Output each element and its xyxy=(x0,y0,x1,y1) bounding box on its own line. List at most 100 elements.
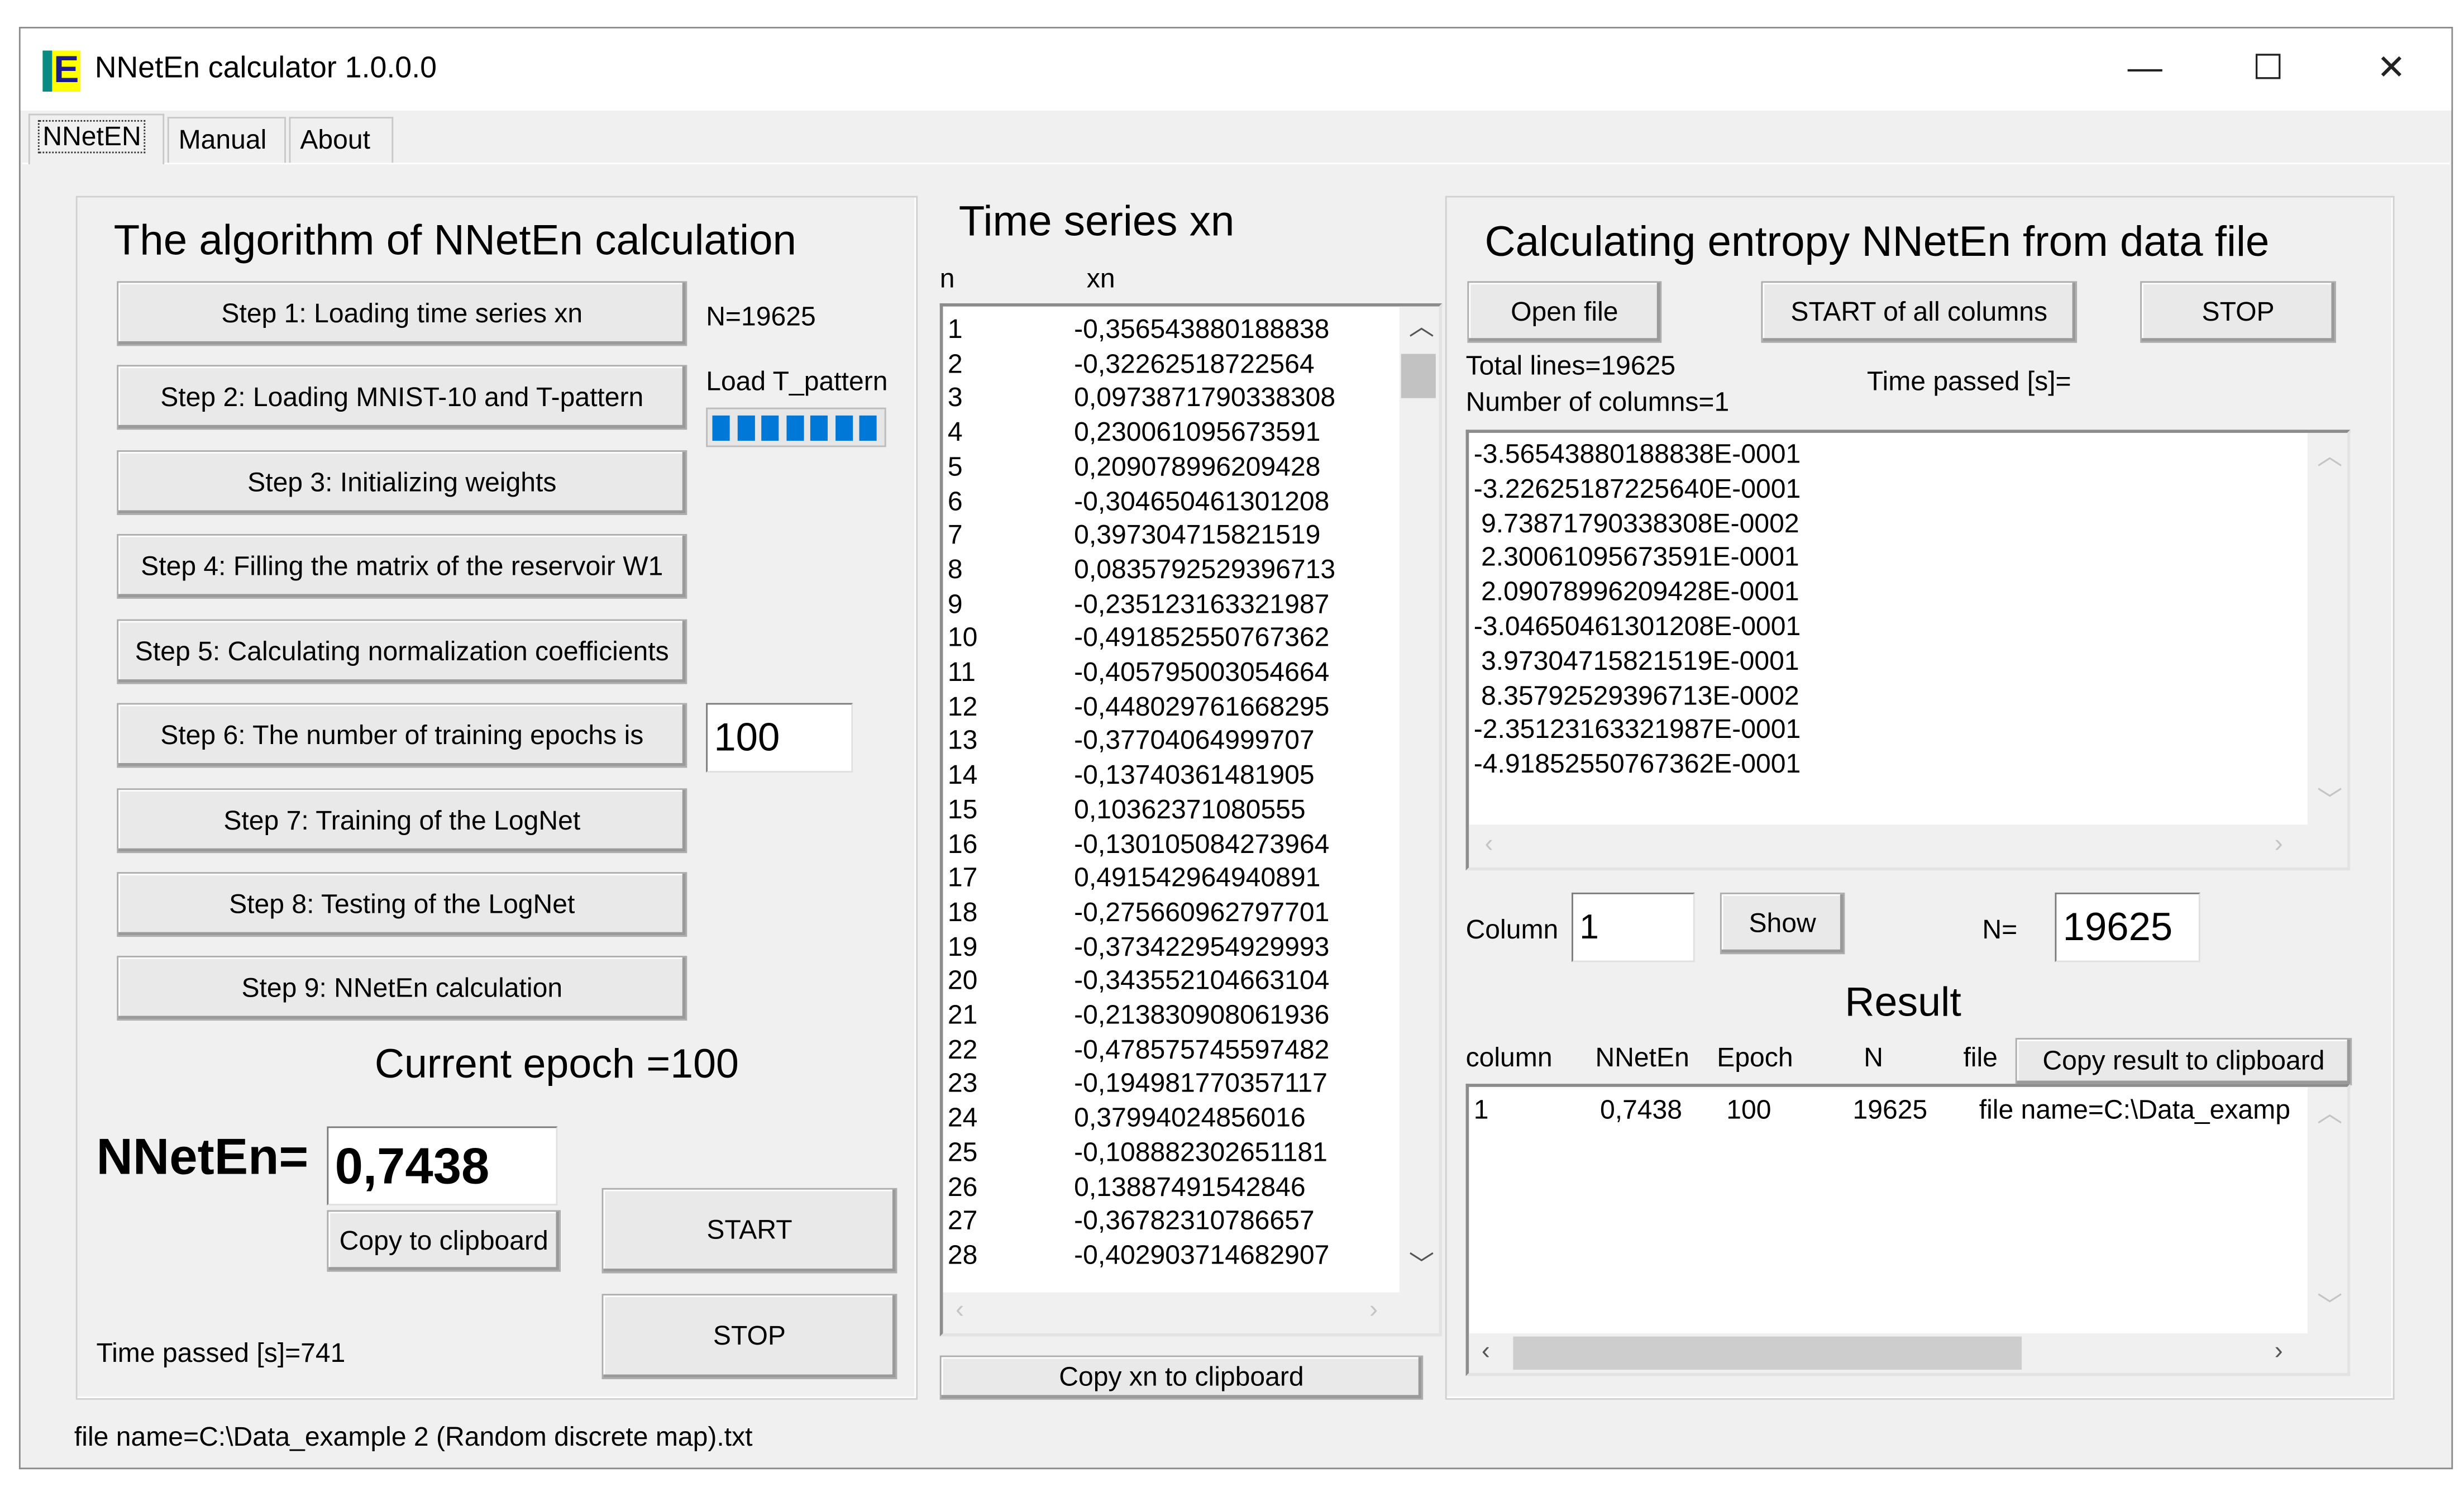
time-passed-label: Time passed [s]=741 xyxy=(96,1338,346,1369)
series-row-index: 11 xyxy=(947,657,976,688)
step-5-button[interactable]: Step 5: Calculating normalization coeffi… xyxy=(117,619,687,684)
series-row-index: 28 xyxy=(947,1240,978,1270)
scroll-left-icon[interactable]: ‹ xyxy=(1485,832,1493,857)
copy-xn-button[interactable]: Copy xn to clipboard xyxy=(939,1355,1424,1400)
scrollbar-thumb[interactable] xyxy=(1513,1336,2022,1370)
series-row-index: 24 xyxy=(947,1103,978,1133)
status-file-name: file name=C:\Data_example 2 (Random disc… xyxy=(74,1422,753,1452)
scroll-left-icon[interactable]: ‹ xyxy=(956,1298,964,1324)
series-row-index: 19 xyxy=(947,931,978,962)
maximize-button[interactable]: ☐ xyxy=(2237,47,2300,89)
data-memo[interactable]: ︿ ﹀ ‹ › -3.56543880188838E-0001 -3.226251… xyxy=(1465,430,2351,871)
series-row-index: 21 xyxy=(947,1000,978,1030)
data-line: -4.91852550767362E-0001 xyxy=(1473,749,1801,779)
col-header-n: n xyxy=(939,264,955,294)
series-row-index: 13 xyxy=(947,726,978,756)
step-4-button[interactable]: Step 4: Filling the matrix of the reserv… xyxy=(117,533,687,599)
minimize-button[interactable]: — xyxy=(2113,47,2176,89)
scroll-down-icon[interactable]: ﹀ xyxy=(1409,1254,1434,1280)
copy-to-clipboard-button[interactable]: Copy to clipboard xyxy=(327,1210,561,1272)
scroll-down-icon[interactable]: ﹀ xyxy=(2317,789,2342,815)
scroll-up-icon[interactable]: ︿ xyxy=(2317,445,2342,471)
memo-horizontal-scrollbar[interactable]: ‹ › xyxy=(1469,824,2347,868)
n-input[interactable]: 19625 xyxy=(2055,892,2200,962)
step-2-button[interactable]: Step 2: Loading MNIST-10 and T-pattern xyxy=(117,365,687,430)
step-6-button[interactable]: Step 6: The number of training epochs is xyxy=(117,703,687,768)
tab-label: About xyxy=(300,125,371,155)
start-button[interactable]: START xyxy=(601,1188,897,1274)
vertical-scrollbar[interactable]: ︿ ﹀ xyxy=(1399,306,1439,1293)
data-line: -3.56543880188838E-0001 xyxy=(1473,439,1801,469)
copy-result-button[interactable]: Copy result to clipboard xyxy=(2015,1038,2352,1085)
memo-vertical-scrollbar[interactable]: ︿ ﹀ xyxy=(2308,432,2347,825)
series-row-value: 0,209078996209428 xyxy=(1074,451,1321,482)
series-row-value: -0,108882302651181 xyxy=(1074,1137,1327,1167)
time-series-list[interactable]: ︿ ﹀ ‹ › 1 -0,356543880188838 2 -0,322625187… xyxy=(939,303,1443,1337)
tab-label: NNetEN xyxy=(37,120,146,154)
result-cell: 1 xyxy=(1473,1094,1489,1125)
series-row-index: 25 xyxy=(947,1137,978,1167)
scroll-up-icon[interactable]: ︿ xyxy=(2317,1102,2342,1128)
close-button[interactable]: ✕ xyxy=(2360,47,2423,89)
series-row-index: 17 xyxy=(947,862,978,893)
app-stage: E NNetEn calculator 1.0.0.0 — ☐ ✕ NNetEN… xyxy=(0,0,2464,1487)
result-list[interactable]: ︿ ﹀ ‹ › 1 0,7438 100 19625 file name=C:\Data… xyxy=(1465,1084,2351,1376)
scroll-up-icon[interactable]: ︿ xyxy=(1409,315,1434,341)
tab-nneten[interactable]: NNetEN xyxy=(28,113,165,165)
result-cell: 19625 xyxy=(1852,1094,1928,1125)
file-time-passed-label: Time passed [s]= xyxy=(1866,366,2071,397)
epochs-input[interactable]: 100 xyxy=(706,703,853,773)
nneten-value-field[interactable]: 0,7438 xyxy=(327,1126,558,1205)
scroll-right-icon[interactable]: › xyxy=(2275,832,2283,857)
series-row-index: 2 xyxy=(947,349,963,379)
result-cell: 100 xyxy=(1726,1094,1771,1125)
column-input[interactable]: 1 xyxy=(1572,892,1695,962)
series-row-index: 18 xyxy=(947,897,978,927)
step-9-button[interactable]: Step 9: NNetEn calculation xyxy=(117,956,687,1021)
step-8-button[interactable]: Step 8: Testing of the LogNet xyxy=(117,872,687,937)
tab-about[interactable]: About xyxy=(289,117,394,163)
show-button[interactable]: Show xyxy=(1720,892,1845,955)
scroll-right-icon[interactable]: › xyxy=(1369,1298,1378,1324)
result-horizontal-scrollbar[interactable]: ‹ › xyxy=(1469,1333,2347,1373)
result-cell: file name=C:\Data_examp xyxy=(1979,1094,2290,1125)
series-row-value: -0,402903714682907 xyxy=(1074,1240,1330,1270)
horizontal-scrollbar[interactable]: ‹ › xyxy=(943,1292,1439,1334)
progress-segment xyxy=(786,415,804,441)
series-row-index: 1 xyxy=(947,314,963,345)
series-row-index: 3 xyxy=(947,383,963,413)
series-row-index: 20 xyxy=(947,965,978,996)
step-1-button[interactable]: Step 1: Loading time series xn xyxy=(117,281,687,346)
scrollbar-thumb[interactable] xyxy=(1401,354,1436,398)
n-label: N= xyxy=(1982,914,2018,945)
series-row-value: 0,0835792529396713 xyxy=(1074,554,1336,585)
file-stop-button[interactable]: STOP xyxy=(2140,281,2336,343)
progress-segment xyxy=(737,415,755,441)
tab-label: Manual xyxy=(178,125,267,155)
progress-segment xyxy=(834,415,852,441)
scroll-right-icon[interactable]: › xyxy=(2275,1339,2283,1365)
num-columns-label: Number of columns=1 xyxy=(1465,387,1730,417)
data-line: 2.30061095673591E-0001 xyxy=(1473,542,1799,573)
data-line: -2.35123163321987E-0001 xyxy=(1473,714,1801,745)
result-header-n: N xyxy=(1864,1042,1884,1073)
step-3-button[interactable]: Step 3: Initializing weights xyxy=(117,450,687,515)
tab-manual[interactable]: Manual xyxy=(167,117,286,163)
series-row-value: -0,304650461301208 xyxy=(1074,485,1330,516)
series-title: Time series xn xyxy=(958,197,1235,245)
step-7-button[interactable]: Step 7: Training of the LogNet xyxy=(117,788,687,854)
stop-button[interactable]: STOP xyxy=(601,1294,897,1380)
open-file-button[interactable]: Open file xyxy=(1467,281,1662,343)
series-row-value: -0,13740361481905 xyxy=(1074,760,1315,790)
progress-segment xyxy=(859,415,877,441)
series-row-index: 23 xyxy=(947,1068,978,1099)
series-row-value: -0,194981770357117 xyxy=(1074,1068,1327,1099)
series-row-value: 0,491542964940891 xyxy=(1074,862,1321,893)
start-all-columns-button[interactable]: START of all columns xyxy=(1761,281,2078,343)
result-vertical-scrollbar[interactable]: ︿ ﹀ xyxy=(2308,1086,2347,1334)
scroll-down-icon[interactable]: ﹀ xyxy=(2317,1295,2342,1321)
result-header-column: column xyxy=(1465,1042,1553,1073)
total-lines-label: Total lines=19625 xyxy=(1465,350,1676,381)
series-row-value: -0,343552104663104 xyxy=(1074,965,1330,996)
scroll-left-icon[interactable]: ‹ xyxy=(1482,1339,1490,1365)
